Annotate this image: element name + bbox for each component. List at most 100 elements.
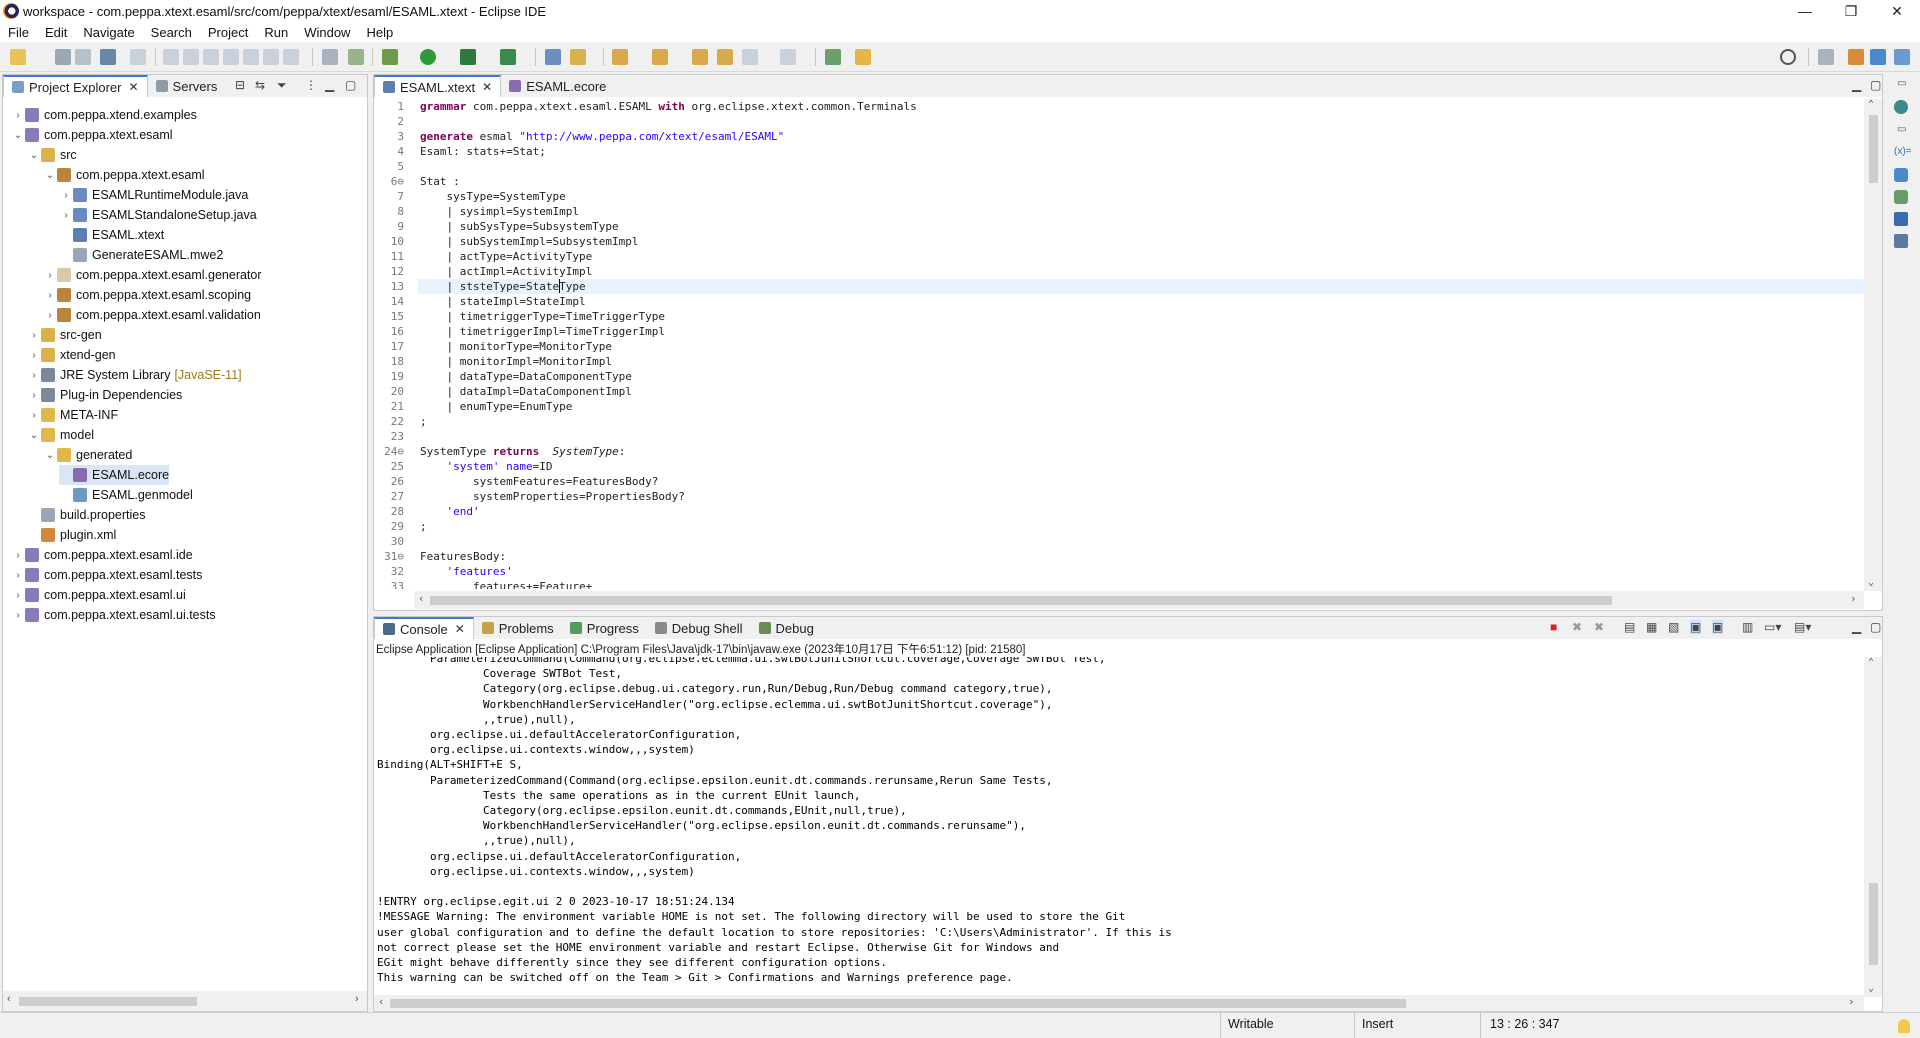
tree-item[interactable]: ⌄ com.peppa.xtext.esaml [43, 165, 205, 185]
disconnect-icon[interactable] [223, 49, 239, 65]
tree-item[interactable]: ESAML.ecore [59, 465, 170, 485]
maximize-console-icon[interactable]: ▢ [1870, 620, 1881, 634]
expand-arrow-icon[interactable]: › [59, 190, 73, 201]
tree-item[interactable]: ⌄ src [27, 145, 77, 165]
terminate-icon[interactable] [203, 49, 219, 65]
remove-all-icon[interactable]: ✖ [1594, 620, 1604, 634]
code-area[interactable]: 1 grammar com.peppa.xtext.esaml.ESAML wit… [374, 99, 1864, 589]
run-icon[interactable] [420, 49, 436, 65]
breakpoints-icon[interactable] [1894, 168, 1908, 182]
expand-arrow-icon[interactable]: › [27, 370, 41, 381]
tree-item[interactable]: plugin.xml [27, 525, 116, 545]
word-wrap-icon[interactable]: ▧ [1668, 620, 1679, 634]
next-annotation-icon[interactable] [612, 49, 628, 65]
console-output[interactable]: ParameterizedCommand(Command(org.eclipse… [374, 657, 1864, 997]
editor-hscrollbar[interactable]: ‹ › [414, 591, 1864, 609]
close-tab-icon[interactable]: ✕ [128, 80, 138, 94]
quick-access-icon[interactable] [855, 49, 871, 65]
tree-item[interactable]: › com.peppa.xtext.esaml.ide [11, 545, 193, 565]
expand-arrow-icon[interactable]: › [11, 610, 25, 621]
tree-item[interactable]: ⌄ model [27, 425, 94, 445]
expand-arrow-icon[interactable]: › [59, 210, 73, 221]
tree-item[interactable]: › com.peppa.xtext.esaml.scoping [43, 285, 251, 305]
maximize-button[interactable]: ❐ [1828, 0, 1874, 22]
open-type-icon[interactable] [545, 49, 561, 65]
expand-arrow-icon[interactable]: › [11, 570, 25, 581]
editor-vscrollbar[interactable]: ⌃ ⌄ [1864, 99, 1882, 591]
expand-arrow-icon[interactable]: › [11, 110, 25, 121]
remove-launch-icon[interactable]: ✖ [1572, 620, 1582, 634]
tab-project-explorer[interactable]: Project Explorer ✕ [3, 75, 148, 97]
tree-item[interactable]: GenerateESAML.mwe2 [59, 245, 223, 265]
expand-arrow-icon[interactable]: › [43, 270, 57, 281]
tab-esaml-ecore[interactable]: ESAML.ecore [501, 75, 614, 97]
tree-item[interactable]: › Plug-in Dependencies [27, 385, 182, 405]
collapse-arrow-icon[interactable]: ⌄ [27, 150, 41, 161]
collapse-arrow-icon[interactable]: ⌄ [11, 130, 25, 141]
minimize-console-icon[interactable]: ▁ [1852, 620, 1861, 634]
open-console-icon[interactable]: ▤▾ [1794, 620, 1811, 634]
restore-icon[interactable]: ▭ [1897, 124, 1906, 135]
tree-item[interactable]: ⌄ com.peppa.xtext.esaml [11, 125, 173, 145]
expressions-icon[interactable] [1894, 190, 1908, 204]
expand-arrow-icon[interactable]: › [27, 330, 41, 341]
terminal-icon[interactable] [100, 49, 116, 65]
tab-debug-shell[interactable]: Debug Shell [647, 617, 751, 639]
tab-console[interactable]: Console ✕ [374, 617, 474, 639]
last-edit-forward-icon[interactable] [717, 49, 733, 65]
minimize-editor-icon[interactable]: ▁ [1852, 78, 1861, 92]
close-button[interactable]: ✕ [1874, 0, 1920, 22]
java-perspective-icon[interactable] [1848, 49, 1864, 65]
maximize-view-icon[interactable]: ▢ [345, 78, 356, 92]
menu-run[interactable]: Run [256, 25, 296, 40]
search-icon[interactable] [1780, 49, 1796, 65]
external-tools-icon[interactable] [500, 49, 516, 65]
back-icon[interactable] [742, 49, 758, 65]
tree-hscrollbar[interactable]: ‹ › [3, 991, 367, 1011]
outline-icon[interactable] [1894, 100, 1908, 114]
skip-breakpoints-icon[interactable] [130, 49, 146, 65]
save-icon[interactable] [55, 49, 71, 65]
pin-console-icon[interactable]: ▥ [1742, 620, 1753, 634]
close-tab-icon[interactable]: ✕ [482, 80, 492, 94]
expand-arrow-icon[interactable]: › [43, 310, 57, 321]
collapse-arrow-icon[interactable]: ⌄ [43, 450, 57, 461]
collapse-arrow-icon[interactable]: ⌄ [43, 170, 57, 181]
tree-item[interactable]: › com.peppa.xtext.esaml.ui.tests [11, 605, 216, 625]
collapse-all-icon[interactable]: ⊟ [235, 78, 245, 92]
tab-debug[interactable]: Debug [751, 617, 822, 639]
plugin-perspective-icon[interactable] [1894, 49, 1910, 65]
menu-navigate[interactable]: Navigate [75, 25, 142, 40]
display-console-icon[interactable]: ▭▾ [1764, 620, 1781, 634]
tree-item[interactable]: ESAML.xtext [59, 225, 164, 245]
tab-esaml-xtext[interactable]: ESAML.xtext ✕ [374, 75, 502, 97]
tree-item[interactable]: › com.peppa.xtext.esaml.validation [43, 305, 261, 325]
menu-window[interactable]: Window [296, 25, 358, 40]
minimize-button[interactable]: — [1782, 0, 1828, 22]
tab-servers[interactable]: Servers [148, 75, 226, 97]
expand-arrow-icon[interactable]: › [11, 550, 25, 561]
new-icon[interactable] [10, 49, 26, 65]
tree-item[interactable]: ESAML.genmodel [59, 485, 193, 505]
collapse-arrow-icon[interactable]: ⌄ [27, 430, 41, 441]
tree-item[interactable]: › com.peppa.xtext.esaml.generator [43, 265, 262, 285]
save-all-icon[interactable] [75, 49, 91, 65]
expand-arrow-icon[interactable]: › [43, 290, 57, 301]
tree-item[interactable]: › xtend-gen [27, 345, 116, 365]
console-hscrollbar[interactable]: ‹ › [374, 995, 1864, 1011]
tree-item[interactable]: › com.peppa.xtext.esaml.ui [11, 585, 186, 605]
pin-editor-icon[interactable] [825, 49, 841, 65]
tree-item[interactable]: › META-INF [27, 405, 118, 425]
terminate-icon[interactable]: ■ [1550, 620, 1557, 634]
variables-icon[interactable]: (x)= [1894, 146, 1912, 157]
tree-item[interactable]: › ESAMLRuntimeModule.java [59, 185, 248, 205]
menu-edit[interactable]: Edit [37, 25, 75, 40]
toggle-breakpoint-icon[interactable] [322, 49, 338, 65]
menu-search[interactable]: Search [143, 25, 200, 40]
step-over-icon[interactable] [263, 49, 279, 65]
expand-arrow-icon[interactable]: › [11, 590, 25, 601]
tree-item[interactable]: › com.peppa.xtext.esaml.tests [11, 565, 202, 585]
menu-project[interactable]: Project [200, 25, 256, 40]
coverage-icon[interactable] [460, 49, 476, 65]
open-console-icon[interactable] [348, 49, 364, 65]
